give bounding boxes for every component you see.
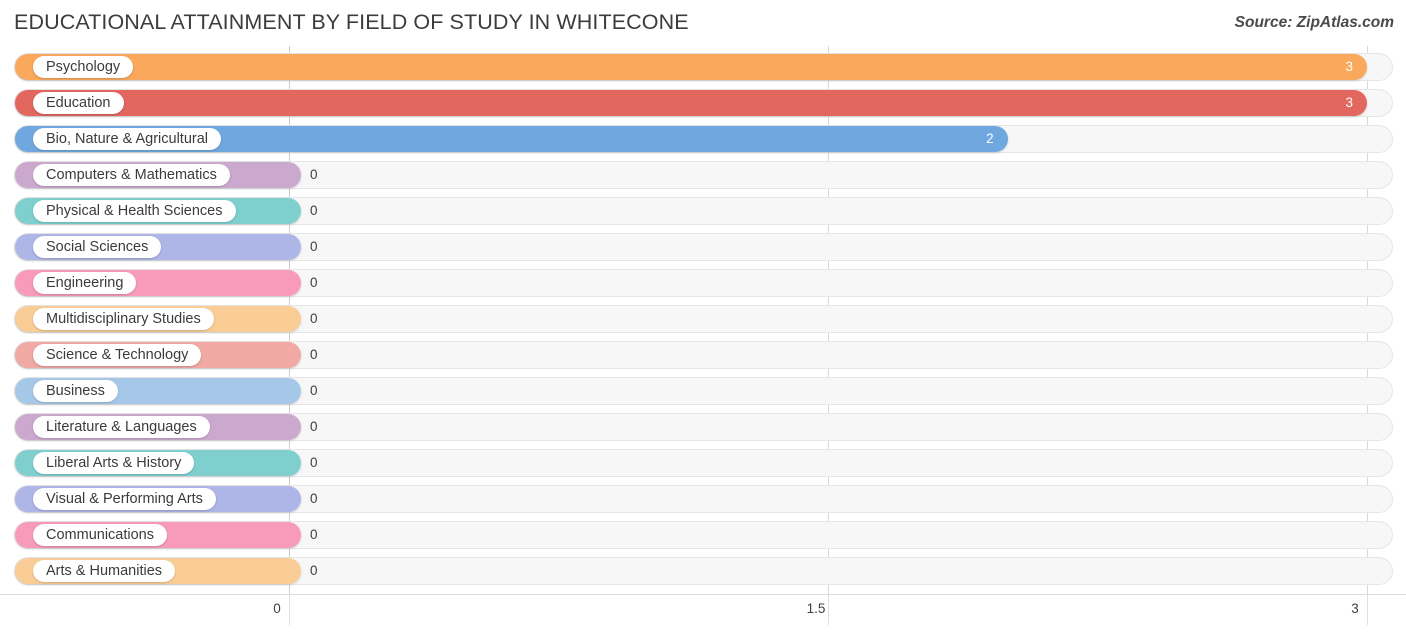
bar-value-label: 0 bbox=[310, 203, 318, 218]
bar-value-label: 0 bbox=[310, 491, 318, 506]
bar-value-label: 0 bbox=[310, 311, 318, 326]
chart-row: 0 Communications bbox=[0, 517, 1406, 553]
category-label: Education bbox=[33, 92, 124, 114]
category-label: Computers & Mathematics bbox=[33, 164, 230, 186]
category-label: Social Sciences bbox=[33, 236, 162, 258]
category-label: Physical & Health Sciences bbox=[33, 200, 236, 222]
category-label: Engineering bbox=[33, 272, 137, 294]
category-label: Communications bbox=[33, 524, 167, 546]
x-axis: 0 1.5 3 bbox=[0, 594, 1406, 633]
chart-row: 0 Liberal Arts & History bbox=[0, 445, 1406, 481]
category-label: Business bbox=[33, 380, 118, 402]
chart-row: 3 Education bbox=[0, 85, 1406, 121]
chart-row: 0 Visual & Performing Arts bbox=[0, 481, 1406, 517]
category-label: Science & Technology bbox=[33, 344, 202, 366]
bar[interactable]: 3 bbox=[15, 54, 1367, 80]
bar-value-label: 3 bbox=[1345, 95, 1353, 110]
category-label: Psychology bbox=[33, 56, 134, 78]
page-title: EDUCATIONAL ATTAINMENT BY FIELD OF STUDY… bbox=[14, 10, 689, 34]
bar-value-label: 0 bbox=[310, 167, 318, 182]
bar-value-label: 0 bbox=[310, 347, 318, 362]
bar-value-label: 0 bbox=[310, 563, 318, 578]
category-label: Literature & Languages bbox=[33, 416, 210, 438]
category-label: Bio, Nature & Agricultural bbox=[33, 128, 221, 150]
category-label: Visual & Performing Arts bbox=[33, 488, 216, 510]
chart-row: 0 Business bbox=[0, 373, 1406, 409]
axis-tick-mark bbox=[289, 595, 290, 625]
chart-plot-area: 3 Psychology 3 Education 2 Bio, Nature & Agri… bbox=[0, 46, 1406, 594]
bar-value-label: 2 bbox=[986, 131, 994, 146]
chart-row: 2 Bio, Nature & Agricultural bbox=[0, 121, 1406, 157]
chart-row: 0 Science & Technology bbox=[0, 337, 1406, 373]
chart-row: 3 Psychology bbox=[0, 49, 1406, 85]
source-attribution: Source: ZipAtlas.com bbox=[1234, 14, 1394, 31]
category-label: Arts & Humanities bbox=[33, 560, 176, 582]
chart-row: 0 Social Sciences bbox=[0, 229, 1406, 265]
axis-tick-label: 3 bbox=[1351, 601, 1359, 616]
chart-header: EDUCATIONAL ATTAINMENT BY FIELD OF STUDY… bbox=[0, 0, 1406, 46]
chart-row: 0 Multidisciplinary Studies bbox=[0, 301, 1406, 337]
bar-value-label: 0 bbox=[310, 239, 318, 254]
bar-value-label: 3 bbox=[1345, 59, 1353, 74]
axis-tick-label: 1.5 bbox=[806, 601, 826, 616]
category-label: Liberal Arts & History bbox=[33, 452, 195, 474]
chart-row: 0 Arts & Humanities bbox=[0, 553, 1406, 589]
bar[interactable]: 3 bbox=[15, 90, 1367, 116]
axis-tick-mark bbox=[1367, 595, 1368, 625]
bar-value-label: 0 bbox=[310, 275, 318, 290]
chart-row: 0 Physical & Health Sciences bbox=[0, 193, 1406, 229]
chart-row: 0 Engineering bbox=[0, 265, 1406, 301]
category-label: Multidisciplinary Studies bbox=[33, 308, 214, 330]
axis-tick-mark bbox=[828, 595, 829, 625]
bar-value-label: 0 bbox=[310, 527, 318, 542]
axis-tick-label: 0 bbox=[273, 601, 281, 616]
chart-row: 0 Literature & Languages bbox=[0, 409, 1406, 445]
bar-value-label: 0 bbox=[310, 419, 318, 434]
bar-value-label: 0 bbox=[310, 455, 318, 470]
chart-row: 0 Computers & Mathematics bbox=[0, 157, 1406, 193]
bar-value-label: 0 bbox=[310, 383, 318, 398]
